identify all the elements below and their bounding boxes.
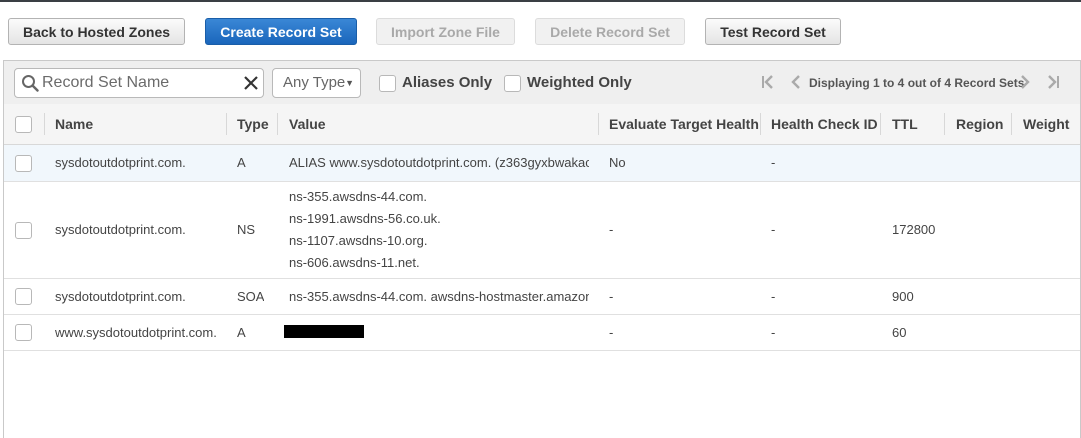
record-evaluate-target-health: - [609, 325, 614, 340]
aliases-only-label: Aliases Only [402, 74, 493, 91]
next-page-icon[interactable] [1016, 74, 1034, 90]
record-evaluate-target-health: - [609, 289, 614, 304]
pagination-status: Displaying 1 to 4 out of 4 Record Sets [809, 76, 1025, 90]
record-value: ns-355.awsdns-44.com. awsdns-hostmaster.… [289, 289, 589, 304]
filter-bar: Any Type ▼ Aliases Only Weighted Only Di… [4, 61, 1080, 105]
column-header-type[interactable]: Type [237, 116, 269, 132]
column-header-value[interactable]: Value [289, 116, 326, 132]
dropdown-caret-icon: ▼ [345, 78, 354, 88]
record-health-check-id: - [771, 155, 776, 170]
weighted-only-label: Weighted Only [527, 74, 632, 91]
row-checkbox[interactable] [15, 324, 32, 341]
test-record-set-button[interactable]: Test Record Set [705, 18, 841, 45]
record-name: sysdotoutdotprint.com. [55, 222, 186, 237]
record-ttl: 60 [892, 325, 907, 340]
column-header-region[interactable]: Region [956, 116, 1003, 132]
redacted-value-bar [284, 325, 364, 338]
row-checkbox[interactable] [15, 222, 32, 239]
record-health-check-id: - [771, 325, 776, 340]
record-health-check-id: - [771, 222, 776, 237]
record-value: ns-355.awsdns-44.com. ns-1991.awsdns-56.… [289, 186, 589, 274]
record-value-line: ns-355.awsdns-44.com. [289, 189, 428, 204]
clear-search-icon[interactable] [242, 74, 260, 92]
column-divider [1011, 113, 1012, 135]
record-type-value: Any Type [283, 74, 346, 91]
column-divider [760, 113, 761, 135]
record-name: sysdotoutdotprint.com. [55, 155, 186, 170]
table-row[interactable]: sysdotoutdotprint.com. NS ns-355.awsdns-… [4, 182, 1080, 279]
record-value-line: ns-606.awsdns-11.net. [289, 255, 420, 270]
column-divider [880, 113, 881, 135]
aliases-only-checkbox[interactable] [379, 75, 396, 92]
record-evaluate-target-health: No [609, 155, 626, 170]
first-page-icon[interactable] [759, 74, 777, 90]
toolbar: Back to Hosted Zones Create Record Set I… [0, 0, 1081, 60]
record-name: sysdotoutdotprint.com. [55, 289, 186, 304]
previous-page-icon[interactable] [787, 74, 805, 90]
column-divider [944, 113, 945, 135]
record-evaluate-target-health: - [609, 222, 614, 237]
table-row[interactable]: sysdotoutdotprint.com. SOA ns-355.awsdns… [4, 279, 1080, 315]
record-type: SOA [237, 289, 265, 304]
record-name: www.sysdotoutdotprint.com. [55, 325, 217, 340]
create-record-set-button[interactable]: Create Record Set [205, 18, 357, 45]
record-ttl: 900 [892, 289, 914, 304]
column-divider [598, 113, 599, 135]
table-row[interactable]: sysdotoutdotprint.com. A ALIAS www.sysdo… [4, 145, 1080, 182]
record-type: NS [237, 222, 256, 237]
record-ttl: 172800 [892, 222, 936, 237]
column-header-name[interactable]: Name [55, 116, 93, 132]
record-health-check-id: - [771, 289, 776, 304]
search-icon [22, 75, 39, 92]
table-header: Name Type Value Evaluate Target Health H… [4, 104, 1080, 145]
record-type: A [237, 325, 246, 340]
column-divider [226, 113, 227, 135]
column-header-weight[interactable]: Weight [1023, 116, 1069, 132]
record-value-line: ns-1107.awsdns-10.org. [289, 233, 428, 248]
row-checkbox[interactable] [15, 288, 32, 305]
column-header-health-check-id[interactable]: Health Check ID [771, 116, 878, 132]
search-box[interactable] [14, 68, 264, 98]
record-set-name-search-input[interactable] [42, 72, 232, 94]
record-type: A [237, 155, 246, 170]
row-checkbox[interactable] [15, 155, 32, 172]
column-divider [277, 113, 278, 135]
record-value-line: ns-1991.awsdns-56.co.uk. [289, 211, 441, 226]
column-header-evaluate-target-health[interactable]: Evaluate Target Health [609, 116, 759, 132]
record-type-select[interactable]: Any Type ▼ [272, 68, 361, 98]
import-zone-file-button[interactable]: Import Zone File [376, 18, 515, 45]
column-divider [44, 113, 45, 135]
back-to-hosted-zones-button[interactable]: Back to Hosted Zones [8, 18, 185, 45]
record-sets-panel: Any Type ▼ Aliases Only Weighted Only Di… [3, 60, 1081, 438]
delete-record-set-button[interactable]: Delete Record Set [535, 18, 685, 45]
weighted-only-checkbox[interactable] [504, 75, 521, 92]
record-value: ALIAS www.sysdotoutdotprint.com. (z363gy… [289, 155, 589, 170]
select-all-checkbox[interactable] [15, 116, 32, 133]
column-header-ttl[interactable]: TTL [892, 116, 918, 132]
last-page-icon[interactable] [1044, 74, 1062, 90]
table-row[interactable]: www.sysdotoutdotprint.com. A - - 60 [4, 315, 1080, 351]
